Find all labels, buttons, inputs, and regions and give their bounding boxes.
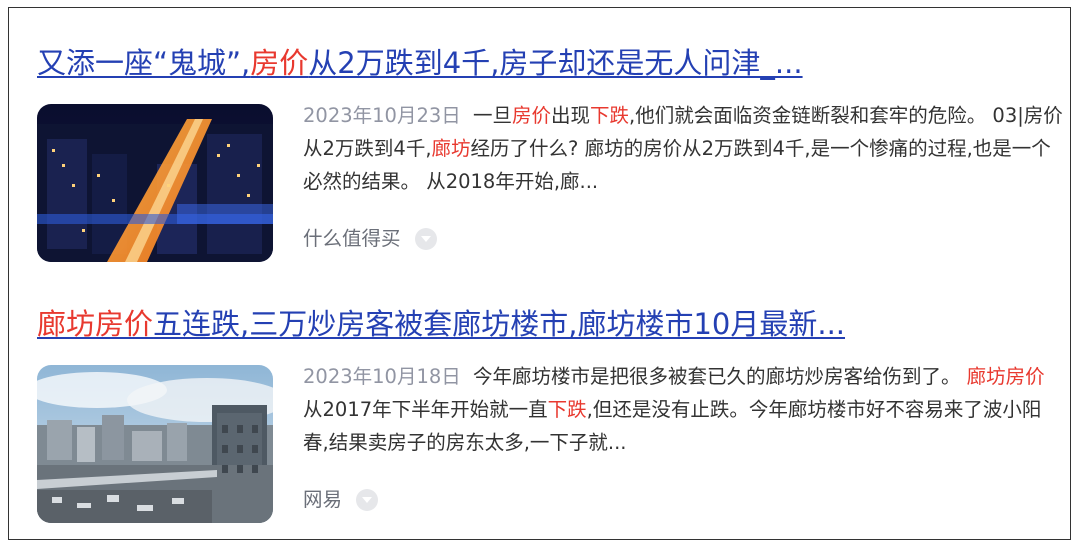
result-source[interactable]: 什么值得买 [303,224,437,254]
daytime-city-skyline-image [37,365,273,523]
search-result: 又添一座“鬼城”,房价从2万跌到4千,房子却还是无人问津_... 2023年10… [37,42,1067,262]
search-result: 廊坊房价五连跌,三万炒房客被套廊坊楼市,廊坊楼市10月最新... 2023年10… [37,303,1067,523]
result-thumbnail[interactable] [37,104,273,262]
result-date: 2023年10月23日 [303,104,461,127]
result-title-link[interactable]: 廊坊房价五连跌,三万炒房客被套廊坊楼市,廊坊楼市10月最新... [37,303,1067,345]
text-segment: 五连跌,三万炒房客被套廊坊楼市,廊坊楼市10月最新... [153,307,846,341]
result-snippet: 2023年10月23日 一旦房价出现下跌,他们就会面临资金链断裂和套牢的危险。 … [303,99,1063,198]
keyword-highlight: 廊坊房价 [37,307,154,341]
search-results-panel: 又添一座“鬼城”,房价从2万跌到4千,房子却还是无人问津_... 2023年10… [8,7,1071,540]
keyword-highlight: 下跌 [590,104,630,127]
keyword-highlight: 廊坊房价 [966,365,1045,388]
keyword-highlight: 廊坊 [431,137,471,160]
night-city-aerial-image [37,104,273,262]
result-thumbnail[interactable] [37,365,273,523]
result-snippet: 2023年10月18日 今年廊坊楼市是把很多被套已久的廊坊炒房客给伤到了。 廊坊… [303,360,1063,459]
text-segment: 今年廊坊楼市是把很多被套已久的廊坊炒房客给伤到了。 [472,365,967,388]
source-name: 网易 [303,488,343,511]
keyword-highlight: 下跌 [547,398,587,421]
result-source[interactable]: 网易 [303,485,379,515]
text-segment: 出现 [551,104,591,127]
keyword-highlight: 房价 [250,46,309,80]
source-name: 什么值得买 [303,227,401,250]
result-title-link[interactable]: 又添一座“鬼城”,房价从2万跌到4千,房子却还是无人问津_... [37,42,1067,84]
text-segment: 从2017年下半年开始就一直 [303,398,548,421]
chevron-down-icon[interactable] [356,489,379,511]
text-segment: 又添一座“鬼城”, [37,46,251,80]
chevron-down-icon[interactable] [414,228,437,250]
keyword-highlight: 房价 [511,104,551,127]
text-segment: 从2万跌到4千,房子却还是无人问津_... [308,46,803,80]
text-segment: 一旦 [472,104,512,127]
result-date: 2023年10月18日 [303,365,461,388]
